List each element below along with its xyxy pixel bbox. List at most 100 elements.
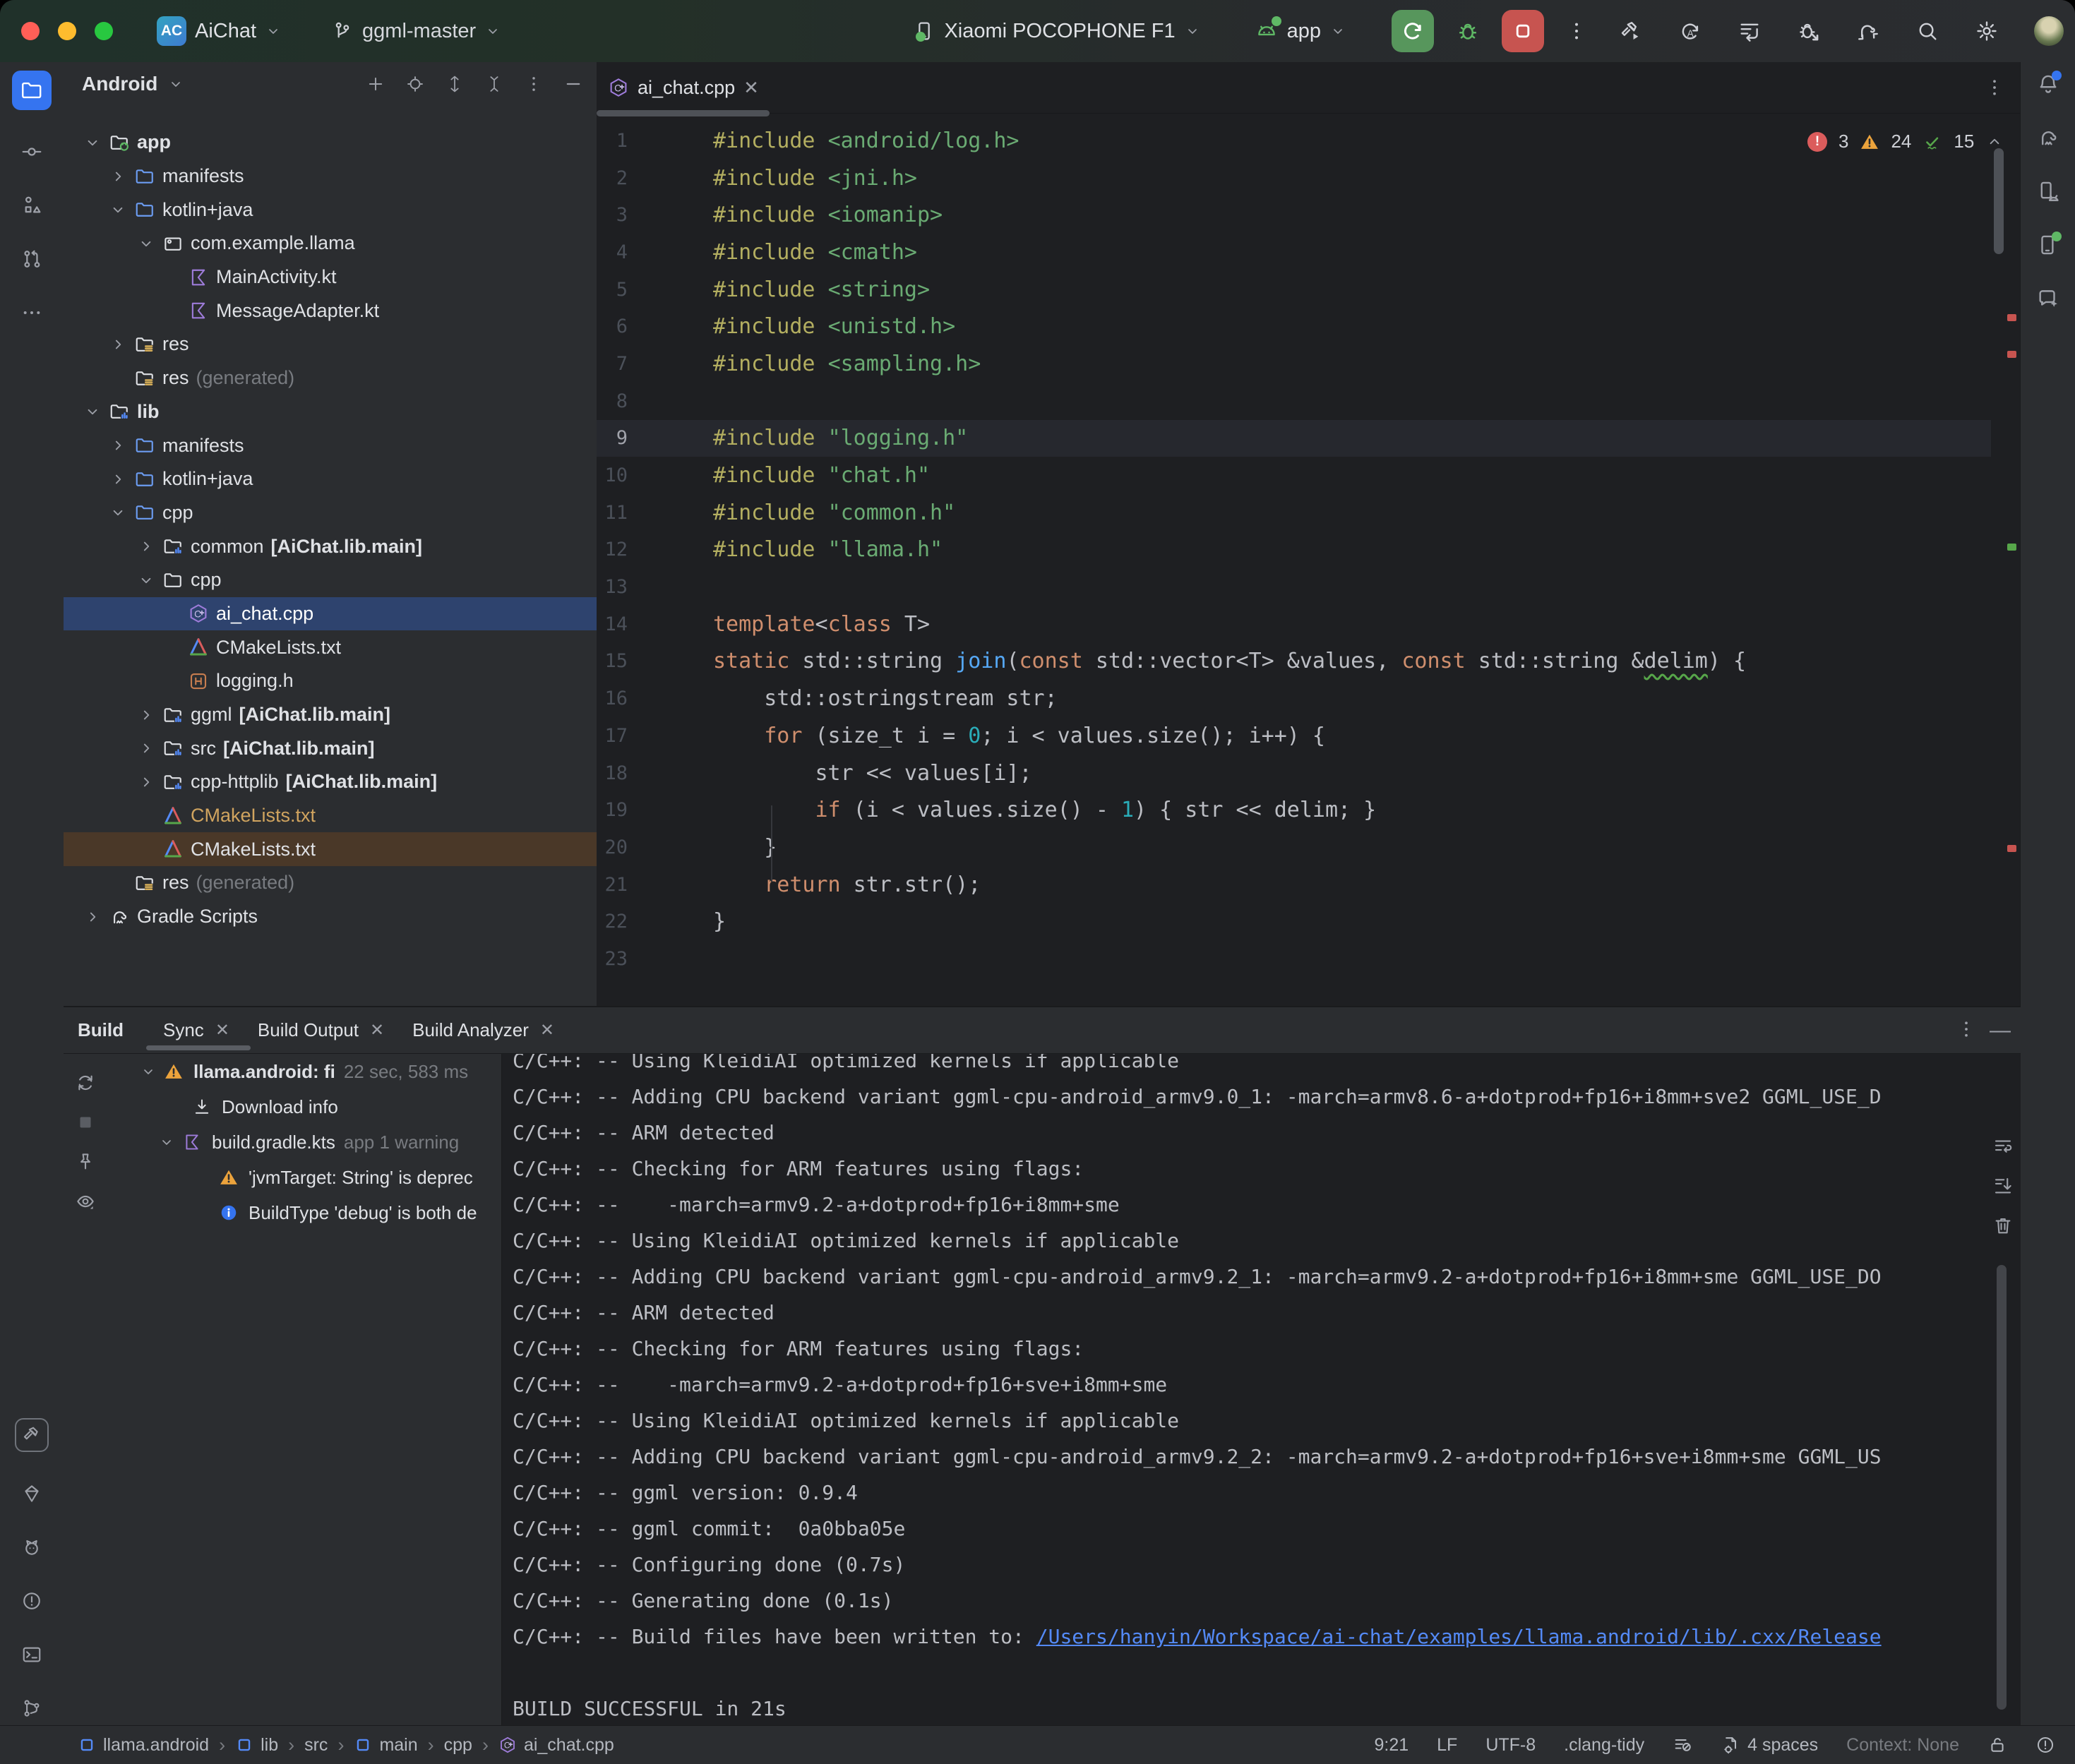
code-viewport[interactable]: 1#include <android/log.h>2#include <jni.… (597, 114, 1991, 1006)
chevron-right-icon[interactable] (109, 167, 134, 186)
locate-icon[interactable] (405, 73, 426, 95)
tree-item-common[interactable]: common[AiChat.lib.main] (64, 529, 597, 563)
vertical-scrollbar-thumb[interactable] (1994, 148, 2004, 254)
close-tab-icon[interactable]: ✕ (540, 1020, 554, 1040)
breadcrumb-llama-android[interactable]: llama.android (78, 1735, 209, 1756)
tree-item-cpp[interactable]: cpp (64, 563, 597, 597)
code-line-23[interactable]: 23 (597, 940, 1991, 978)
build-tree-item[interactable]: Download info (64, 1089, 501, 1124)
tree-item-cmakelists-txt[interactable]: CMakeLists.txt (64, 832, 597, 866)
run-configuration[interactable]: app (1255, 19, 1346, 43)
tree-item-ai-chat-cpp[interactable]: Cai_chat.cpp (64, 597, 597, 631)
problems-tool-button[interactable] (20, 1589, 44, 1613)
error-stripe-mark[interactable] (2007, 314, 2016, 321)
chevron-down-icon[interactable] (83, 402, 109, 421)
chevron-down-icon[interactable] (158, 1134, 182, 1151)
chevron-right-icon[interactable] (137, 739, 162, 757)
scroll-end-icon[interactable] (1991, 1174, 2015, 1198)
device-manager-tool-button[interactable] (2036, 179, 2060, 203)
caret-position[interactable]: 9:21 (1374, 1735, 1409, 1756)
encoding[interactable]: UTF-8 (1485, 1735, 1536, 1756)
build-console[interactable]: C/C++: -- Using KleidiAI optimized kerne… (501, 1054, 2021, 1727)
project-selector[interactable]: AC AiChat (157, 16, 282, 46)
code-line-14[interactable]: 14template<class T> (597, 606, 1991, 643)
tree-item-app[interactable]: app (64, 126, 597, 160)
ok-stripe-mark[interactable] (2007, 544, 2016, 551)
code-line-8[interactable]: 8 (597, 383, 1991, 420)
clear-trash-icon[interactable] (1991, 1213, 2015, 1237)
tree-item-cmakelists-txt[interactable]: CMakeLists.txt (64, 630, 597, 664)
clang-tidy[interactable]: .clang-tidy (1564, 1735, 1644, 1756)
breadcrumb-main[interactable]: main (354, 1735, 417, 1756)
line-ending[interactable]: LF (1437, 1735, 1457, 1756)
tree-item-res[interactable]: res(generated) (64, 361, 597, 395)
tree-item-ggml[interactable]: ggml[AiChat.lib.main] (64, 698, 597, 732)
inspections-widget[interactable] (1673, 1735, 1692, 1755)
attach-debugger-button[interactable] (1797, 19, 1821, 43)
build-tree-item[interactable]: build.gradle.ktsapp 1 warning (64, 1124, 501, 1160)
chevron-right-icon[interactable] (137, 537, 162, 556)
close-tab-icon[interactable]: ✕ (370, 1020, 384, 1040)
user-avatar[interactable] (2034, 16, 2064, 46)
search-everywhere-button[interactable] (1915, 19, 1939, 43)
tree-item-cpp[interactable]: cpp (64, 496, 597, 530)
code-line-6[interactable]: 6#include <unistd.h> (597, 308, 1991, 345)
code-line-1[interactable]: 1#include <android/log.h> (597, 122, 1991, 160)
file-lock[interactable] (1987, 1735, 2007, 1755)
code-line-3[interactable]: 3#include <iomanip> (597, 196, 1991, 234)
tree-item-res[interactable]: res (64, 328, 597, 361)
notifications-tool-button[interactable] (2036, 72, 2060, 96)
editor-options-icon[interactable] (1984, 77, 2005, 98)
tree-item-gradle-scripts[interactable]: Gradle Scripts (64, 900, 597, 934)
gemini-ai-chat-tool-button[interactable] (2036, 287, 2060, 311)
terminal-tool-button[interactable] (20, 1643, 44, 1667)
commit-tool-button[interactable] (20, 140, 44, 164)
structure-tool-button[interactable] (20, 193, 44, 217)
zoom-window-button[interactable] (95, 22, 113, 40)
rerun-button[interactable] (1392, 10, 1434, 52)
build-tool-button[interactable] (15, 1418, 49, 1452)
editor-tab-ai-chat-cpp[interactable]: C ai_chat.cpp ✕ (597, 62, 775, 113)
breadcrumb-lib[interactable]: lib (235, 1735, 278, 1756)
app-quality-insights-tool-button[interactable] (20, 1482, 44, 1506)
logcat-tool-button[interactable] (20, 1535, 44, 1559)
indentation[interactable]: 4 spaces (1721, 1735, 1818, 1756)
chevron-right-icon[interactable] (109, 470, 134, 488)
code-line-4[interactable]: 4#include <cmath> (597, 234, 1991, 271)
device-selector[interactable]: Xiaomi POCOPHONE F1 (913, 20, 1200, 43)
tree-item-mainactivity-kt[interactable]: MainActivity.kt (64, 260, 597, 294)
tree-item-com-example-llama[interactable]: com.example.llama (64, 227, 597, 260)
build-tree-item[interactable]: llama.android: fi22 sec, 583 ms (64, 1054, 501, 1089)
tree-item-res[interactable]: res(generated) (64, 866, 597, 900)
close-window-button[interactable] (21, 22, 40, 40)
chevron-right-icon[interactable] (137, 706, 162, 724)
error-stripe-mark[interactable] (2007, 845, 2016, 852)
vcs-branch-selector[interactable]: ggml-master (331, 20, 501, 43)
running-devices-tool-button[interactable] (2036, 233, 2060, 257)
code-line-17[interactable]: 17 for (size_t i = 0; i < values.size();… (597, 717, 1991, 755)
gradle-sync-button[interactable] (1856, 19, 1880, 43)
expand-all-icon[interactable] (444, 73, 465, 95)
project-view-selector[interactable]: Android (82, 73, 157, 95)
build-tab-build-output[interactable]: Build Output✕ (258, 1019, 384, 1041)
close-tab-icon[interactable]: ✕ (743, 77, 759, 99)
tree-item-kotlin-java[interactable]: kotlin+java (64, 193, 597, 227)
close-tab-icon[interactable]: ✕ (215, 1020, 229, 1040)
code-line-18[interactable]: 18 str << values[i]; (597, 755, 1991, 792)
error-stripe-mark[interactable] (2007, 351, 2016, 358)
chevron-right-icon[interactable] (109, 436, 134, 455)
code-line-22[interactable]: 22} (597, 903, 1991, 940)
add-icon[interactable] (365, 73, 386, 95)
code-line-12[interactable]: 12#include "llama.h" (597, 532, 1991, 569)
tree-item-manifests[interactable]: manifests (64, 428, 597, 462)
tree-item-messageadapter-kt[interactable]: MessageAdapter.kt (64, 294, 597, 328)
chevron-down-icon[interactable] (140, 1063, 164, 1080)
chevron-right-icon[interactable] (109, 335, 134, 354)
breadcrumb-ai-chat-cpp[interactable]: Cai_chat.cpp (498, 1735, 614, 1756)
hide-icon[interactable] (563, 73, 584, 95)
code-line-16[interactable]: 16 std::ostringstream str; (597, 680, 1991, 717)
more-actions-icon[interactable] (1565, 20, 1588, 42)
notifications-status[interactable] (2035, 1735, 2055, 1755)
build-options-icon[interactable] (1956, 1019, 1977, 1040)
hide-panel-icon[interactable]: — (1990, 1019, 2011, 1043)
